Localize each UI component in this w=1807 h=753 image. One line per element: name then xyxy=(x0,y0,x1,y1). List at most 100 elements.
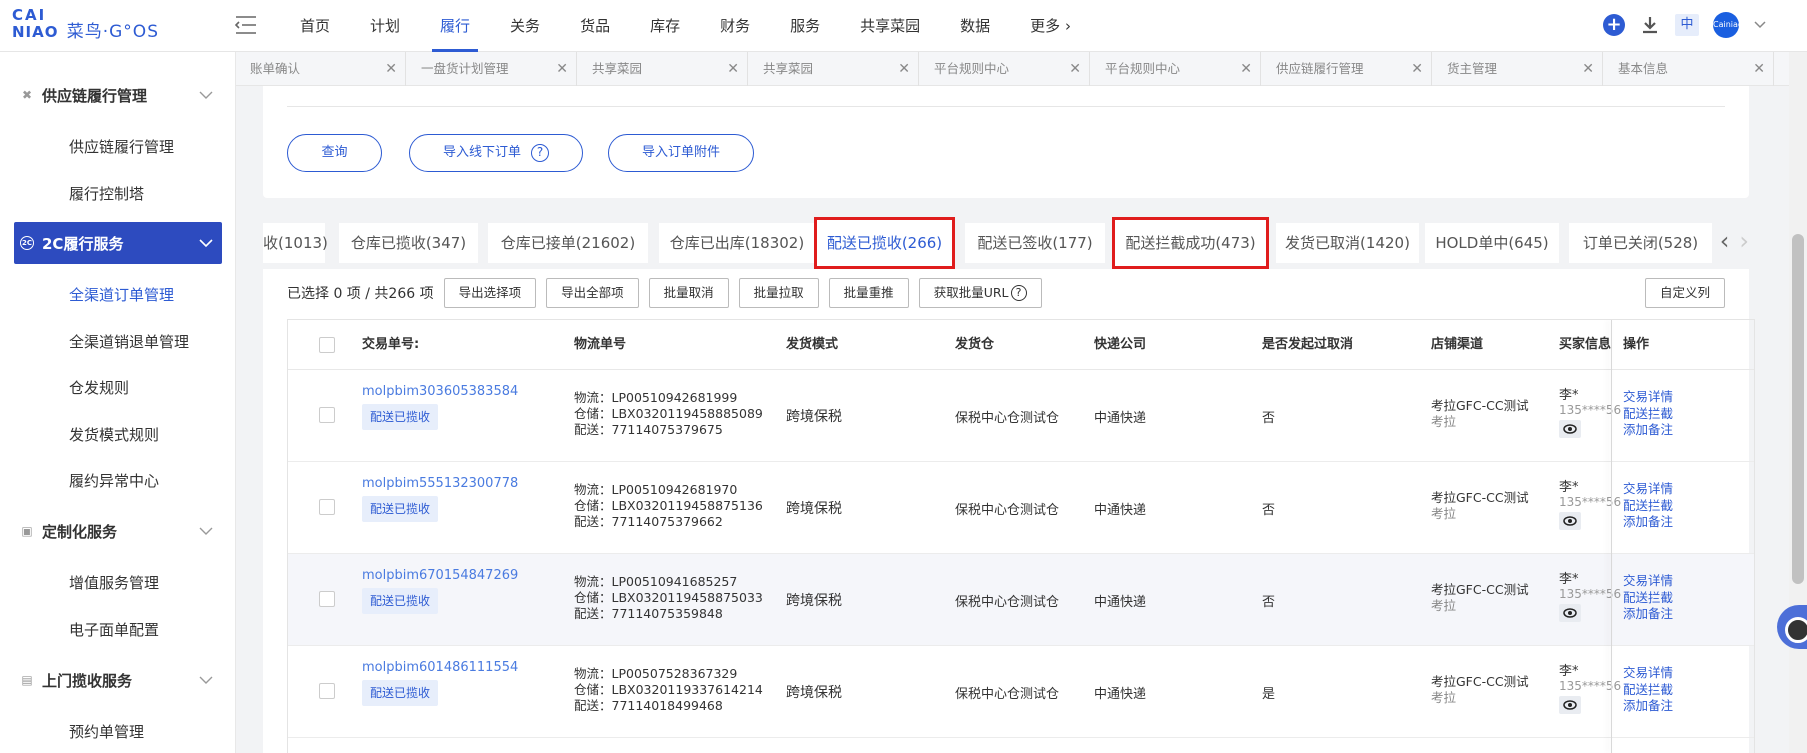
import-attachment-button[interactable]: 导入订单附件 xyxy=(608,134,754,172)
close-icon[interactable]: ✕ xyxy=(385,52,397,86)
download-icon[interactable] xyxy=(1639,14,1661,36)
order-link[interactable]: molpbim303605383584 xyxy=(362,384,518,399)
tab-status[interactable]: 订单已关闭(528) xyxy=(1569,223,1712,263)
sidebar-group-2c-fulfillment[interactable]: 2C 2C履行服务 xyxy=(14,222,222,264)
tab-status[interactable]: 仓库已接单(21602) xyxy=(488,223,648,263)
help-icon[interactable]: ? xyxy=(531,143,549,162)
order-link[interactable]: molpbim601486111554 xyxy=(362,660,518,675)
tab-status[interactable]: HOLD单中(645) xyxy=(1425,223,1559,263)
nav-goods[interactable]: 货品 xyxy=(560,0,630,52)
tab-status[interactable]: 发货已取消(1420) xyxy=(1276,223,1419,263)
close-icon[interactable]: ✕ xyxy=(1582,52,1594,86)
add-icon[interactable]: + xyxy=(1603,14,1625,36)
chevron-left-icon[interactable]: ‹ xyxy=(1720,227,1730,255)
nav-fulfillment[interactable]: 履行 xyxy=(420,0,490,52)
sidebar-item-shipping-mode-rules[interactable]: 发货模式规则 xyxy=(69,424,159,445)
help-icon[interactable]: ? xyxy=(1010,285,1027,301)
page-tab[interactable]: 供应链履行管理 ✕ xyxy=(1262,52,1432,86)
menu-collapse-icon[interactable] xyxy=(234,14,258,36)
add-remark-link[interactable]: 添加备注 xyxy=(1623,514,1673,531)
intercept-link[interactable]: 配送拦截 xyxy=(1623,498,1673,515)
sidebar-item-supply-chain-mgmt[interactable]: 供应链履行管理 xyxy=(69,136,174,157)
order-link[interactable]: molpbim670154847269 xyxy=(362,568,518,583)
trade-detail-link[interactable]: 交易详情 xyxy=(1623,481,1673,498)
import-offline-order-button[interactable]: 导入线下订单? xyxy=(409,134,583,172)
intercept-link[interactable]: 配送拦截 xyxy=(1623,590,1673,607)
tab-status-active[interactable]: 配送已揽收(266) xyxy=(814,217,955,269)
sidebar-item-e-waybill[interactable]: 电子面单配置 xyxy=(69,619,159,640)
tab-status[interactable]: 仓库已揽收(347) xyxy=(339,223,478,263)
nav-data[interactable]: 数据 xyxy=(940,0,1010,52)
close-icon[interactable]: ✕ xyxy=(1069,52,1081,86)
sidebar-group-supply-chain[interactable]: ✖ 供应链履行管理 xyxy=(14,75,222,115)
nav-service[interactable]: 服务 xyxy=(770,0,840,52)
row-checkbox[interactable] xyxy=(319,591,335,607)
export-selected-button[interactable]: 导出选择项 xyxy=(443,278,537,308)
trade-detail-link[interactable]: 交易详情 xyxy=(1623,389,1673,406)
get-batch-url-button[interactable]: 获取批量URL? xyxy=(918,278,1042,308)
sidebar-item-control-tower[interactable]: 履行控制塔 xyxy=(69,183,144,204)
trade-detail-link[interactable]: 交易详情 xyxy=(1623,665,1673,682)
page-tab[interactable]: 基本信息 ✕ xyxy=(1604,52,1774,86)
tab-status[interactable]: 收(1013) xyxy=(263,223,328,263)
row-checkbox[interactable] xyxy=(319,407,335,423)
custom-columns-button[interactable]: 自定义列 xyxy=(1644,278,1725,308)
close-icon[interactable]: ✕ xyxy=(1753,52,1765,86)
eye-icon[interactable] xyxy=(1559,696,1581,714)
export-all-button[interactable]: 导出全部项 xyxy=(546,278,639,308)
tab-status[interactable]: 配送拦截成功(473) xyxy=(1112,217,1269,269)
sidebar-group-custom-service[interactable]: ▣ 定制化服务 xyxy=(14,511,222,551)
chevron-down-icon[interactable] xyxy=(1753,18,1767,32)
chevron-right-icon[interactable]: › xyxy=(1739,227,1749,255)
nav-customs[interactable]: 关务 xyxy=(490,0,560,52)
page-tab[interactable]: 账单确认 ✕ xyxy=(236,52,406,86)
sidebar-item-value-added[interactable]: 增值服务管理 xyxy=(69,572,159,593)
page-tab[interactable]: 共享菜园 ✕ xyxy=(578,52,748,86)
intercept-link[interactable]: 配送拦截 xyxy=(1623,682,1673,699)
eye-icon[interactable] xyxy=(1559,604,1581,622)
sidebar-item-omni-returns[interactable]: 全渠道销退单管理 xyxy=(69,331,189,352)
page-tab[interactable]: 货主管理 ✕ xyxy=(1433,52,1603,86)
select-all-checkbox[interactable] xyxy=(319,337,335,353)
nav-more[interactable]: 更多 › xyxy=(1010,0,1091,52)
scrollbar-thumb[interactable] xyxy=(1792,234,1804,584)
close-icon[interactable]: ✕ xyxy=(556,52,568,86)
intercept-link[interactable]: 配送拦截 xyxy=(1623,406,1673,423)
avatar[interactable]: Cainiao xyxy=(1713,12,1743,38)
batch-pull-button[interactable]: 批量拉取 xyxy=(738,278,819,308)
sidebar-item-appointment[interactable]: 预约单管理 xyxy=(69,721,144,742)
sidebar-item-exception-center[interactable]: 履约异常中心 xyxy=(69,470,159,491)
nav-finance[interactable]: 财务 xyxy=(700,0,770,52)
eye-icon[interactable] xyxy=(1559,512,1581,530)
sidebar-item-omni-orders[interactable]: 全渠道订单管理 xyxy=(69,284,174,305)
nav-inventory[interactable]: 库存 xyxy=(630,0,700,52)
trade-detail-link[interactable]: 交易详情 xyxy=(1623,573,1673,590)
add-remark-link[interactable]: 添加备注 xyxy=(1623,698,1673,715)
cainiao-logo[interactable]: CAI NIAO 菜鸟·G°OS xyxy=(12,8,172,44)
page-tab[interactable]: 一盘货计划管理 ✕ xyxy=(407,52,577,86)
row-checkbox[interactable] xyxy=(319,499,335,515)
language-switch[interactable]: 中 xyxy=(1675,14,1699,36)
page-tab[interactable]: 平台规则中心 ✕ xyxy=(1091,52,1261,86)
batch-repush-button[interactable]: 批量重推 xyxy=(828,278,909,308)
floating-assistant-button[interactable] xyxy=(1777,605,1807,649)
nav-shared-garden[interactable]: 共享菜园 xyxy=(840,0,940,52)
page-tab[interactable]: 共享菜园 ✕ xyxy=(749,52,919,86)
page-tab[interactable]: 平台规则中心 ✕ xyxy=(920,52,1090,86)
add-remark-link[interactable]: 添加备注 xyxy=(1623,422,1673,439)
close-icon[interactable]: ✕ xyxy=(898,52,910,86)
row-checkbox[interactable] xyxy=(319,683,335,699)
order-link[interactable]: molpbim555132300778 xyxy=(362,476,518,491)
sidebar-item-warehouse-rules[interactable]: 仓发规则 xyxy=(69,377,129,398)
tab-status[interactable]: 配送已签收(177) xyxy=(965,223,1105,263)
query-button[interactable]: 查询 xyxy=(287,134,382,172)
batch-cancel-button[interactable]: 批量取消 xyxy=(648,278,729,308)
nav-plan[interactable]: 计划 xyxy=(350,0,420,52)
close-icon[interactable]: ✕ xyxy=(727,52,739,86)
eye-icon[interactable] xyxy=(1559,420,1581,438)
tab-status[interactable]: 仓库已出库(18302) xyxy=(659,223,815,263)
add-remark-link[interactable]: 添加备注 xyxy=(1623,606,1673,623)
close-icon[interactable]: ✕ xyxy=(1411,52,1423,86)
close-icon[interactable]: ✕ xyxy=(1240,52,1252,86)
nav-home[interactable]: 首页 xyxy=(280,0,350,52)
